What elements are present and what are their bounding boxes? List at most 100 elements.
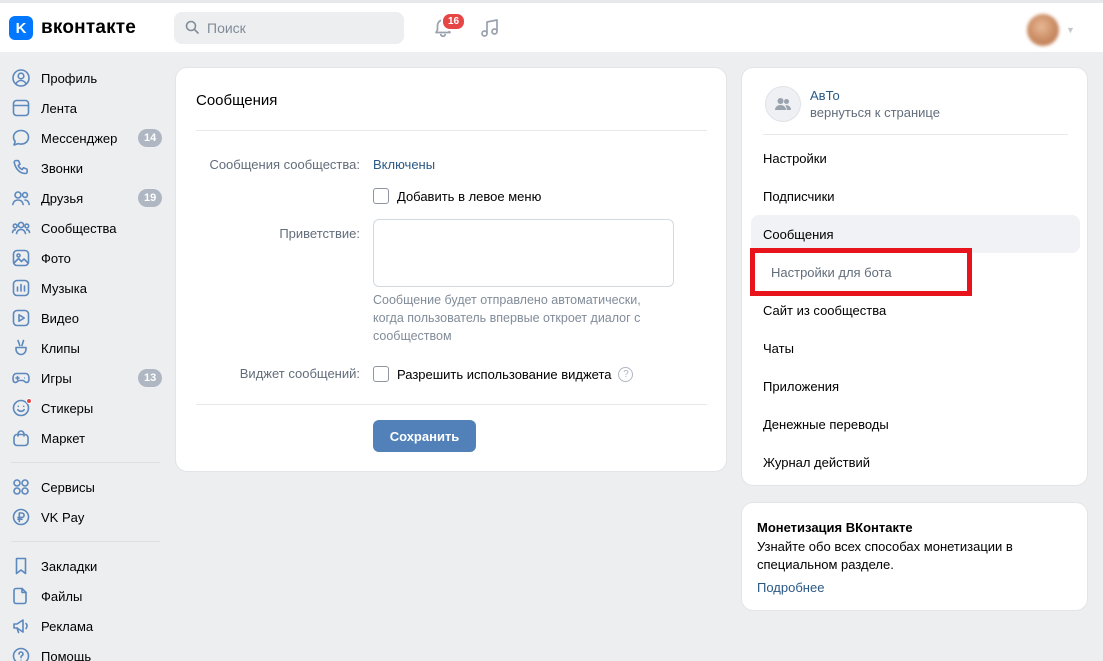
friends-icon xyxy=(11,188,31,208)
community-messages-label: Сообщения сообщества: xyxy=(209,157,360,172)
sidebar-item-label: Реклама xyxy=(41,618,94,634)
greeting-textarea[interactable] xyxy=(373,219,674,287)
file-icon xyxy=(11,586,31,606)
sidebar-separator xyxy=(11,541,160,542)
sidebar-item-label: VK Pay xyxy=(41,509,85,525)
sidebar-item-label: Клипы xyxy=(41,340,80,356)
monetization-text: Узнайте обо всех способах монетизации в … xyxy=(757,539,1013,572)
bag-icon xyxy=(11,428,31,448)
sidebar-item-label: Лента xyxy=(41,100,77,116)
sidebar-item-market[interactable]: Маркет xyxy=(0,423,170,453)
sidebar-item-games[interactable]: Игры 13 xyxy=(0,363,170,393)
help-icon[interactable]: ? xyxy=(618,366,634,382)
vk-logo[interactable]: K вконтакте xyxy=(9,16,136,40)
monetization-title: Монетизация ВКонтакте xyxy=(757,520,913,535)
community-menu-item[interactable]: Подписчики xyxy=(751,177,1080,215)
vk-logo-icon: K xyxy=(9,16,33,40)
top-header: K вконтакте 16 ▼ xyxy=(0,0,1103,52)
widget-checkbox-label: Разрешить использование виджета xyxy=(397,366,612,382)
sidebar-separator xyxy=(11,462,160,463)
sidebar-item-vkpay[interactable]: VK Pay xyxy=(0,502,170,532)
counter-badge: 19 xyxy=(138,189,163,207)
clips-icon xyxy=(11,338,31,358)
sidebar-item-communities[interactable]: Сообщества xyxy=(0,213,170,243)
sidebar-item-bookmarks[interactable]: Закладки xyxy=(0,551,170,581)
divider xyxy=(196,404,707,405)
community-menu-item[interactable]: Приложения xyxy=(751,367,1080,405)
megaphone-icon xyxy=(11,616,31,636)
greeting-hint: Сообщение будет отправлено автоматически… xyxy=(373,293,641,343)
chat-icon xyxy=(11,128,31,148)
red-highlight-box xyxy=(750,248,972,296)
counter-badge: 13 xyxy=(138,369,163,387)
sidebar-item-label: Мессенджер xyxy=(41,130,118,146)
new-indicator-dot xyxy=(26,398,32,404)
widget-label: Виджет сообщений: xyxy=(239,366,360,381)
sidebar-item-friends[interactable]: Друзья 19 xyxy=(0,183,170,213)
community-menu-item[interactable]: Настройки xyxy=(751,139,1080,177)
sidebar-item-label: Видео xyxy=(41,310,79,326)
add-left-menu-checkbox[interactable] xyxy=(373,188,389,204)
add-left-menu-row[interactable]: Добавить в левое меню xyxy=(373,188,541,204)
add-left-menu-label: Добавить в левое меню xyxy=(397,188,542,204)
sidebar-item-video[interactable]: Видео xyxy=(0,303,170,333)
group-icon xyxy=(775,98,791,110)
photo-icon xyxy=(11,248,31,268)
page-title: Сообщения xyxy=(196,92,278,109)
search-input[interactable] xyxy=(207,20,397,36)
monetization-card: Монетизация ВКонтакте Узнайте обо всех с… xyxy=(741,502,1088,611)
grid-icon xyxy=(11,477,31,497)
widget-row[interactable]: Разрешить использование виджета ? xyxy=(373,366,634,382)
community-messages-toggle[interactable]: Включены xyxy=(373,157,435,172)
sidebar-item-label: Игры xyxy=(41,370,72,386)
community-name-link[interactable]: АвТо xyxy=(810,88,840,103)
community-avatar[interactable] xyxy=(765,86,801,122)
community-settings-menu: Настройки Подписчики Сообщения Настройки дл… xyxy=(751,139,1080,481)
sidebar-item-profile[interactable]: Профиль xyxy=(0,63,170,93)
sidebar-item-help[interactable]: Помощь xyxy=(0,641,170,661)
music-player-button[interactable] xyxy=(477,15,503,41)
sidebar-item-label: Помощь xyxy=(41,648,92,661)
sidebar-item-label: Друзья xyxy=(41,190,84,206)
community-menu-item[interactable]: Журнал действий xyxy=(751,443,1080,481)
bookmark-icon xyxy=(11,556,31,576)
sidebar-item-label: Музыка xyxy=(41,280,87,296)
sidebar-item-ads[interactable]: Реклама xyxy=(0,611,170,641)
community-menu-item[interactable]: Денежные переводы xyxy=(751,405,1080,443)
sidebar-item-label: Стикеры xyxy=(41,400,94,416)
gamepad-icon xyxy=(11,368,31,388)
notifications-badge: 16 xyxy=(441,12,467,31)
sidebar-item-label: Файлы xyxy=(41,588,83,604)
sidebar-item-stickers[interactable]: Стикеры xyxy=(0,393,170,423)
sidebar-item-photos[interactable]: Фото xyxy=(0,243,170,273)
sidebar-item-label: Маркет xyxy=(41,430,86,446)
widget-checkbox[interactable] xyxy=(373,366,389,382)
sidebar-item-files[interactable]: Файлы xyxy=(0,581,170,611)
messages-settings-card: Сообщения Сообщения сообщества: Включены… xyxy=(175,67,727,472)
user-avatar[interactable] xyxy=(1027,14,1059,46)
logo-text: вконтакте xyxy=(41,17,137,38)
monetization-more-link[interactable]: Подробнее xyxy=(757,580,824,595)
sidebar-item-label: Сообщества xyxy=(41,220,117,236)
sidebar-item-label: Фото xyxy=(41,250,71,266)
chevron-down-icon[interactable]: ▼ xyxy=(1066,25,1075,35)
community-menu-item[interactable]: Чаты xyxy=(751,329,1080,367)
divider xyxy=(196,130,707,131)
feed-icon xyxy=(11,98,31,118)
sidebar-item-music[interactable]: Музыка xyxy=(0,273,170,303)
ruble-icon xyxy=(11,507,31,527)
search-box[interactable] xyxy=(174,12,404,44)
back-to-page-link[interactable]: вернуться к странице xyxy=(810,105,940,120)
sidebar-item-clips[interactable]: Клипы xyxy=(0,333,170,363)
save-button[interactable]: Сохранить xyxy=(373,420,476,452)
sidebar-item-services[interactable]: Сервисы xyxy=(0,472,170,502)
video-icon xyxy=(11,308,31,328)
community-menu-item[interactable]: Сайт из сообщества xyxy=(751,291,1080,329)
sidebar-item-calls[interactable]: Звонки xyxy=(0,153,170,183)
sidebar-item-label: Профиль xyxy=(41,70,98,86)
communities-icon xyxy=(11,218,31,238)
sidebar-item-feed[interactable]: Лента xyxy=(0,93,170,123)
sidebar-item-messenger[interactable]: Мессенджер 14 xyxy=(0,123,170,153)
counter-badge: 14 xyxy=(138,129,163,147)
divider xyxy=(763,134,1068,135)
